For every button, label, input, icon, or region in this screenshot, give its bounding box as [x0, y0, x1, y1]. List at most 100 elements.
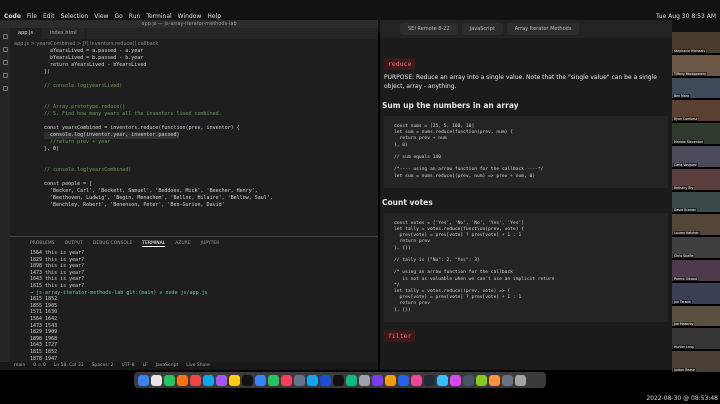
dock-app-icon[interactable]	[372, 374, 383, 386]
code-line[interactable]: console.log(inventor.year, inventor.pass…	[44, 132, 180, 139]
tab-problems[interactable]: PROBLEMS	[30, 241, 55, 247]
dock-app-icon[interactable]	[476, 374, 487, 386]
status-item[interactable]: 0 ⚠ 0	[33, 363, 46, 368]
extensions-icon[interactable]	[2, 86, 8, 91]
code-line[interactable]: // Array.prototype.reduce()	[44, 104, 125, 111]
code-line[interactable]: // console.log(yearsCombined)	[44, 167, 131, 174]
menu-go[interactable]: Go	[114, 13, 122, 20]
dock-app-icon[interactable]	[450, 374, 461, 386]
status-item[interactable]: JavaScript	[156, 363, 179, 368]
status-item[interactable]: main	[14, 363, 25, 368]
dock-app-icon[interactable]	[320, 374, 331, 386]
tab-jupyter[interactable]: JUPYTER	[201, 241, 220, 247]
dock-app-icon[interactable]	[242, 374, 253, 386]
menu-selection[interactable]: Selection	[61, 13, 89, 20]
dock-app-icon[interactable]	[502, 374, 513, 386]
code-line[interactable]: return aYearsLived - bYearsLived	[44, 62, 146, 69]
terminal-output[interactable]: 1564 this is year? 1829 this is year? 1898…	[10, 250, 378, 369]
menu-window[interactable]: Window	[178, 13, 202, 20]
code-line[interactable]: 'Becker, Carl', 'Beckett, Samuel', 'Bedd…	[44, 188, 258, 195]
dock-app-icon[interactable]	[229, 374, 240, 386]
explorer-icon[interactable]	[2, 34, 8, 39]
dock-app-icon[interactable]	[424, 374, 435, 386]
dock-app-icon[interactable]	[268, 374, 279, 386]
code-editor[interactable]: aYearsLived = a.passed - a.year bYearsLi…	[10, 48, 378, 236]
status-item[interactable]: Spaces: 2	[92, 363, 114, 368]
code-line[interactable]: aYearsLived = a.passed - a.year	[44, 48, 143, 55]
code-line[interactable]: bYearsLived = b.passed - b.year	[44, 55, 143, 62]
search-icon[interactable]	[2, 47, 8, 52]
status-item[interactable]: LF	[143, 363, 148, 368]
dock-app-icon[interactable]	[385, 374, 396, 386]
menu-help[interactable]: Help	[207, 13, 221, 20]
participant-video-tile[interactable]: Bethany Bly	[672, 168, 720, 190]
participant-video-tile[interactable]: Chris Stuffle	[672, 237, 720, 258]
dock-app-icon[interactable]	[177, 374, 188, 386]
dock-app-icon[interactable]	[203, 374, 214, 386]
participant-video-tile[interactable]: Lauren Hatcher	[672, 214, 720, 236]
tab-terminal[interactable]: TERMINAL	[142, 241, 166, 247]
participant-name: Ben Marx	[673, 94, 690, 99]
tab-azure[interactable]: AZURE	[175, 241, 190, 247]
dock-app-icon[interactable]	[333, 374, 344, 386]
status-item[interactable]: Ln 58, Col 33	[54, 363, 84, 368]
tab-array-iterator-methods[interactable]: Array Iterator Methods	[506, 23, 580, 35]
dock-app-icon[interactable]	[281, 374, 292, 386]
code-line[interactable]: }, 0)	[44, 146, 59, 153]
app-menu[interactable]: Code	[4, 13, 21, 20]
dock-app-icon[interactable]	[463, 374, 474, 386]
participant-video-tile[interactable]: Hunter Long	[672, 328, 720, 350]
dock-app-icon[interactable]	[138, 374, 149, 386]
code-line[interactable]: const people = [	[44, 181, 92, 188]
code-line[interactable]: })	[44, 69, 50, 76]
participant-video-tile[interactable]: Ben Marx	[672, 77, 720, 99]
menu-file[interactable]: File	[27, 13, 37, 20]
participant-video-tile[interactable]: Patrick Odowd	[672, 259, 720, 281]
status-item[interactable]: Live Share	[186, 363, 210, 368]
participant-video-tile[interactable]: Maddie Steventon	[672, 123, 720, 144]
participant-name: Bethany Bly	[673, 185, 695, 190]
dock-app-icon[interactable]	[164, 374, 175, 386]
code-line[interactable]: 'Beethoven, Ludwig', 'Begin, Menachem', …	[44, 195, 273, 202]
dock-app-icon[interactable]	[359, 374, 370, 386]
participant-video-tile[interactable]: Jon Terada	[672, 282, 720, 304]
code-line[interactable]: 'Benchley, Robert', 'Benenson, Peter', '…	[44, 202, 225, 209]
dock-app-icon[interactable]	[411, 374, 422, 386]
participant-video-tile[interactable]: Ryan Combest	[672, 100, 720, 122]
menu-run[interactable]: Run	[129, 13, 141, 20]
menu-edit[interactable]: Edit	[43, 13, 55, 20]
breadcrumb[interactable]: app.js > yearsCombined > [f] inventors.r…	[14, 40, 378, 48]
debug-icon[interactable]	[2, 73, 8, 78]
tab-output[interactable]: OUTPUT	[65, 241, 83, 247]
menu-view[interactable]: View	[94, 13, 108, 20]
participant-video-tile[interactable]: Joe Makerby	[672, 305, 720, 327]
dock-app-icon[interactable]	[346, 374, 357, 386]
dock-app-icon[interactable]	[489, 374, 500, 386]
tab-index-html[interactable]: index.html	[42, 28, 86, 39]
dock-app-icon[interactable]	[190, 374, 201, 386]
code-line[interactable]: // 5. Find how many years all the invent…	[44, 111, 222, 118]
dock-app-icon[interactable]	[307, 374, 318, 386]
status-item[interactable]: UTF-8	[121, 363, 134, 368]
tab-javascript[interactable]: JavaScript	[461, 23, 503, 35]
code-line[interactable]: // console.log(yearsLived)	[44, 83, 122, 90]
dock-app-icon[interactable]	[151, 374, 162, 386]
source-control-icon[interactable]	[2, 60, 8, 65]
dock-app-icon[interactable]	[515, 374, 526, 386]
tab-app-js[interactable]: app.js	[10, 28, 42, 39]
tab-debug-console[interactable]: DEBUG CONSOLE	[93, 241, 132, 247]
code-line[interactable]: //return prev + year	[44, 139, 110, 146]
dock-app-icon[interactable]	[216, 374, 227, 386]
tab-sei-remote[interactable]: SEI Remote 8-22	[400, 23, 458, 35]
participant-video-tile[interactable]: Tiffany Montgomery	[672, 54, 720, 76]
participant-video-tile[interactable]: Carla Vasquez	[672, 145, 720, 167]
menu-terminal[interactable]: Terminal	[146, 13, 171, 20]
dock-app-icon[interactable]	[294, 374, 305, 386]
dock-app-icon[interactable]	[255, 374, 266, 386]
code-line[interactable]: const yearsCombined = inventors.reduce(f…	[44, 125, 240, 132]
participant-video-tile[interactable]: David Kramer	[672, 191, 720, 213]
participant-video-tile[interactable]: Stephanie Michaels	[672, 32, 720, 53]
dock-app-icon[interactable]	[437, 374, 448, 386]
dock-app-icon[interactable]	[398, 374, 409, 386]
participant-video-tile[interactable]: Jordan Reese	[672, 351, 720, 372]
